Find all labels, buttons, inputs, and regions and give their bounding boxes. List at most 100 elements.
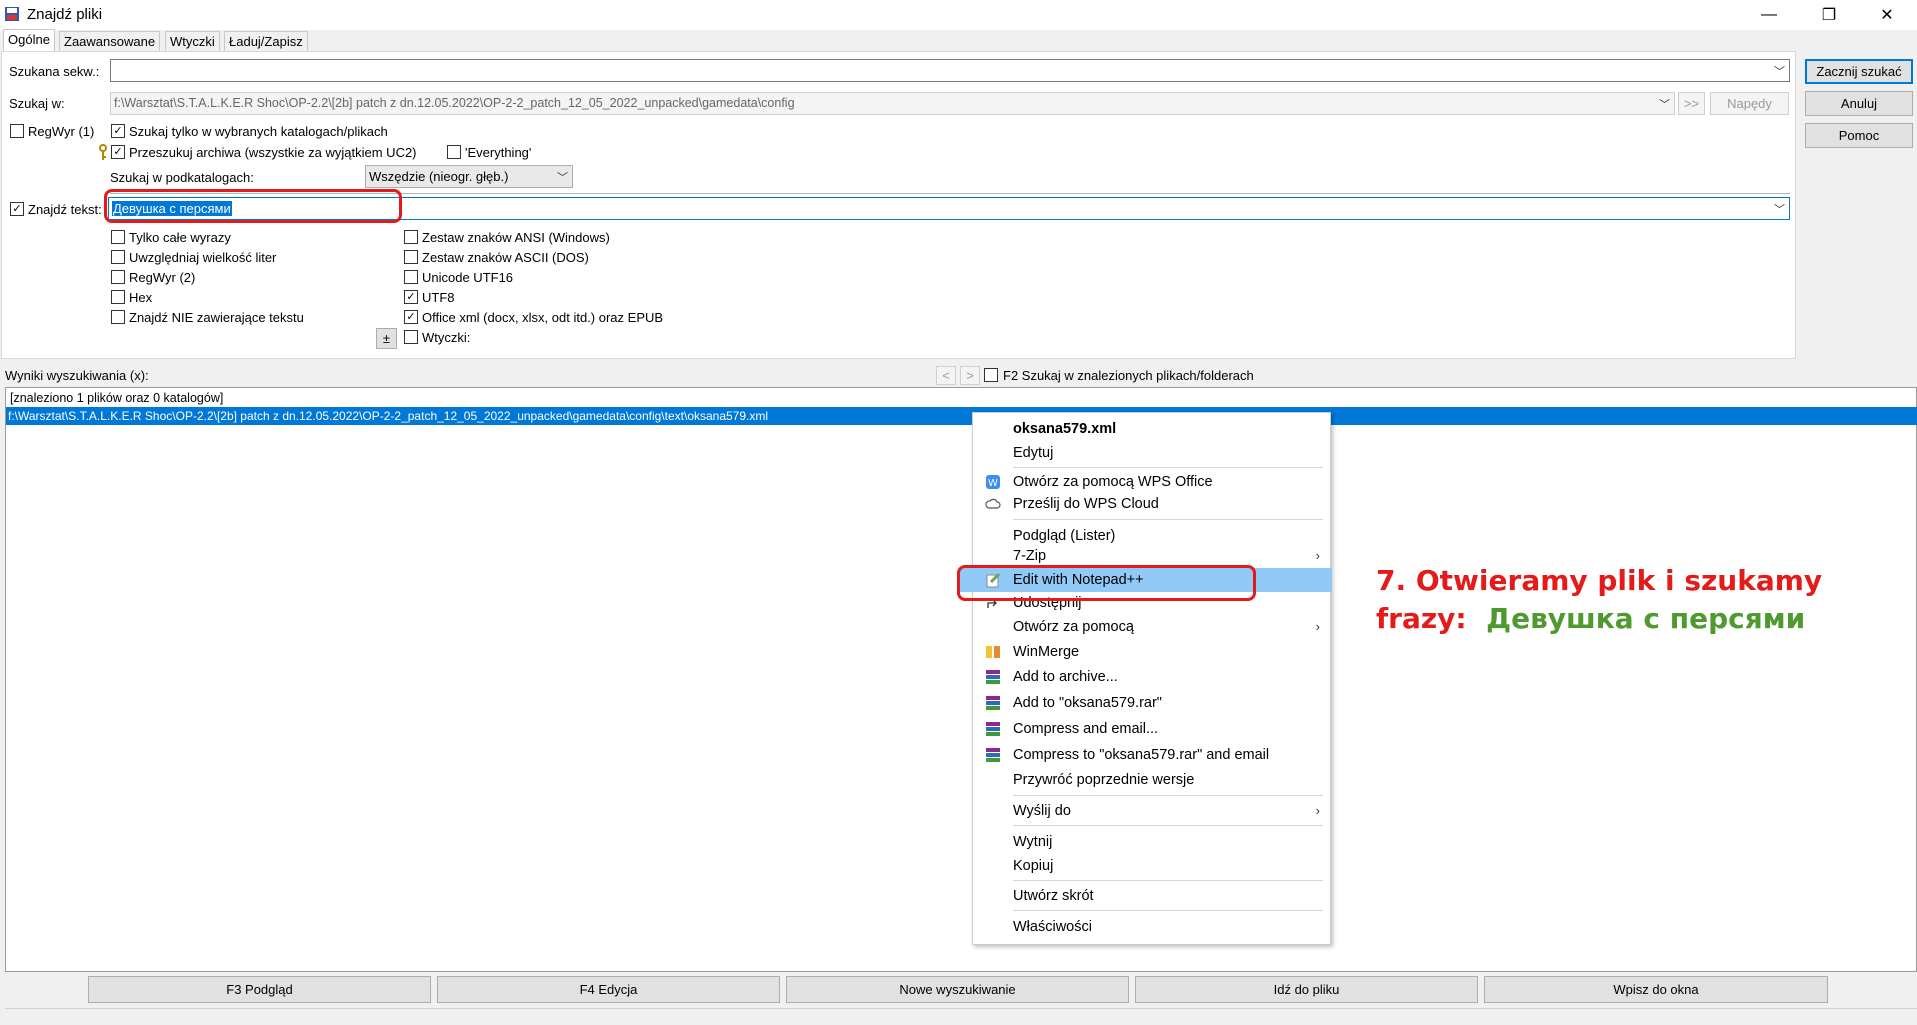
- menu-header[interactable]: oksana579.xml: [973, 417, 1332, 441]
- next-button[interactable]: >: [960, 366, 980, 385]
- option-left-checkbox-0[interactable]: [111, 230, 125, 244]
- tab-advanced[interactable]: Zaawansowane: [59, 31, 161, 52]
- prev-button[interactable]: <: [936, 366, 956, 385]
- option-right-label-4: Office xml (docx, xlsx, odt itd.) oraz E…: [422, 310, 664, 325]
- menu-item-cut[interactable]: Wytnij: [973, 830, 1332, 854]
- winmerge-icon: [986, 646, 1000, 658]
- results-label: Wyniki wyszukiwania (x):: [5, 368, 149, 383]
- menu-item-open-with[interactable]: Otwórz za pomocą ›: [973, 615, 1332, 639]
- chevron-right-icon: ›: [1315, 803, 1320, 818]
- regex1-checkbox[interactable]: [10, 124, 24, 138]
- results-summary: [znaleziono 1 plików oraz 0 katalogów]: [10, 391, 224, 405]
- option-right-label-1: Zestaw znaków ASCII (DOS): [422, 250, 589, 265]
- menu-item-copy[interactable]: Kopiuj: [973, 854, 1332, 878]
- chevron-right-icon: ›: [1315, 548, 1320, 563]
- status-bar: [5, 1008, 1917, 1025]
- option-left-label-1: Uwzględniaj wielkość liter: [129, 250, 277, 265]
- find-text-checkbox[interactable]: ✓: [10, 202, 24, 216]
- menu-item-shortcut[interactable]: Utwórz skrót: [973, 884, 1332, 908]
- start-search-button[interactable]: Zacznij szukać: [1805, 59, 1913, 84]
- option-right-checkbox-5[interactable]: [404, 330, 418, 344]
- search-for-combo[interactable]: ﹀: [110, 59, 1790, 82]
- chevron-down-icon[interactable]: ﹀: [1774, 201, 1785, 217]
- f4-edit-button[interactable]: F4 Edycja: [437, 976, 780, 1003]
- option-right-label-5: Wtyczki:: [422, 330, 471, 345]
- winrar-icon: [986, 670, 1000, 684]
- menu-item-send-to[interactable]: Wyślij do ›: [973, 799, 1332, 823]
- subdirs-value: Wszędzie (nieogr. głęb.): [369, 169, 509, 184]
- menu-item-compress-rar-email[interactable]: Compress to "oksana579.rar" and email: [973, 743, 1332, 767]
- f2-label: F2 Szukaj w znalezionych plikach/foldera…: [1003, 368, 1254, 383]
- subdirs-select[interactable]: Wszędzie (nieogr. głęb.) ﹀: [365, 165, 573, 188]
- f2-checkbox[interactable]: [984, 368, 998, 382]
- maximize-button[interactable]: ❐: [1806, 0, 1852, 30]
- feed-to-listbox-button[interactable]: Wpisz do okna: [1484, 976, 1828, 1003]
- drives-button[interactable]: Napędy: [1710, 92, 1789, 115]
- annotation-line2: frazy: Девушка с персями: [1376, 600, 1822, 638]
- annotation-prefix: frazy:: [1376, 602, 1467, 635]
- go-to-file-button[interactable]: Idź do pliku: [1135, 976, 1478, 1003]
- menu-separator: [1013, 825, 1323, 826]
- annotation-phrase: Девушка с персями: [1486, 602, 1806, 635]
- cancel-button[interactable]: Anuluj: [1805, 91, 1913, 116]
- only-selected-checkbox[interactable]: ✓: [111, 124, 125, 138]
- chevron-right-icon: ›: [1315, 619, 1320, 634]
- search-for-label: Szukana sekw.:: [9, 64, 100, 79]
- help-button[interactable]: Pomoc: [1805, 123, 1913, 148]
- option-left-label-3: Hex: [129, 290, 153, 305]
- option-left-checkbox-4[interactable]: [111, 310, 125, 324]
- search-in-combo[interactable]: f:\Warsztat\S.T.A.L.K.E.R Shoc\OP-2.2\[2…: [110, 92, 1675, 115]
- option-right-checkbox-4[interactable]: ✓: [404, 310, 418, 324]
- winrar-icon: [986, 722, 1000, 736]
- search-in-label: Szukaj w:: [9, 96, 65, 111]
- option-right-checkbox-1[interactable]: [404, 250, 418, 264]
- annotation-line1: 7. Otwieramy plik i szukamy: [1376, 564, 1823, 597]
- context-menu: oksana579.xml Edytuj W Otwórz za pomocą …: [959, 412, 1332, 945]
- tab-general[interactable]: Ogólne: [3, 29, 55, 52]
- menu-separator: [1013, 519, 1323, 520]
- option-left-checkbox-3[interactable]: [111, 290, 125, 304]
- option-right-checkbox-3[interactable]: ✓: [404, 290, 418, 304]
- option-right-label-2: Unicode UTF16: [422, 270, 514, 285]
- option-right-checkbox-2[interactable]: [404, 270, 418, 284]
- minimize-button[interactable]: —: [1746, 0, 1792, 30]
- chevron-down-icon[interactable]: ﹀: [557, 169, 568, 185]
- winrar-icon: [986, 696, 1000, 710]
- option-left-checkbox-2[interactable]: [111, 270, 125, 284]
- cloud-icon: [985, 498, 1001, 509]
- more-button[interactable]: >>: [1678, 92, 1705, 115]
- menu-item-add-archive[interactable]: Add to archive...: [973, 665, 1332, 689]
- menu-item-properties[interactable]: Właściwości: [973, 915, 1332, 939]
- f3-view-button[interactable]: F3 Podgląd: [88, 976, 431, 1003]
- regex1-label: RegWyr (1): [28, 124, 95, 139]
- menu-item-restore-versions[interactable]: Przywróć poprzednie wersje: [973, 768, 1332, 792]
- plus-minus-button[interactable]: ±: [376, 328, 397, 349]
- menu-item-edit[interactable]: Edytuj: [973, 441, 1332, 465]
- result-row-selected[interactable]: f:\Warsztat\S.T.A.L.K.E.R Shoc\OP-2.2\[2…: [6, 407, 1917, 425]
- chevron-down-icon[interactable]: ﹀: [1774, 63, 1785, 79]
- menu-separator: [1013, 467, 1323, 468]
- option-left-checkbox-1[interactable]: [111, 250, 125, 264]
- highlight-find-text: [104, 189, 402, 223]
- key-icon: [99, 144, 107, 160]
- title-bar: [0, 0, 1917, 30]
- new-search-button[interactable]: Nowe wyszukiwanie: [786, 976, 1129, 1003]
- close-button[interactable]: ✕: [1864, 0, 1910, 30]
- tab-load-save[interactable]: Ładuj/Zapisz: [224, 31, 308, 52]
- menu-item-winmerge[interactable]: WinMerge: [973, 640, 1332, 664]
- menu-item-compress-email[interactable]: Compress and email...: [973, 717, 1332, 741]
- menu-item-add-rar[interactable]: Add to "oksana579.rar": [973, 691, 1332, 715]
- option-left-label-4: Znajdź NIE zawierające tekstu: [129, 310, 304, 325]
- app-icon: [5, 7, 19, 21]
- option-right-checkbox-0[interactable]: [404, 230, 418, 244]
- menu-separator: [1013, 795, 1323, 796]
- winrar-icon: [986, 748, 1000, 762]
- chevron-down-icon[interactable]: ﹀: [1659, 96, 1670, 112]
- everything-checkbox[interactable]: [447, 145, 461, 159]
- tab-plugins[interactable]: Wtyczki: [165, 31, 220, 52]
- menu-item-wps-office[interactable]: W Otwórz za pomocą WPS Office: [973, 470, 1332, 494]
- archives-checkbox[interactable]: ✓: [111, 145, 125, 159]
- menu-item-wps-cloud[interactable]: Prześlij do WPS Cloud: [973, 492, 1332, 516]
- results-list[interactable]: [5, 387, 1917, 972]
- only-selected-label: Szukaj tylko w wybranych katalogach/plik…: [129, 124, 388, 139]
